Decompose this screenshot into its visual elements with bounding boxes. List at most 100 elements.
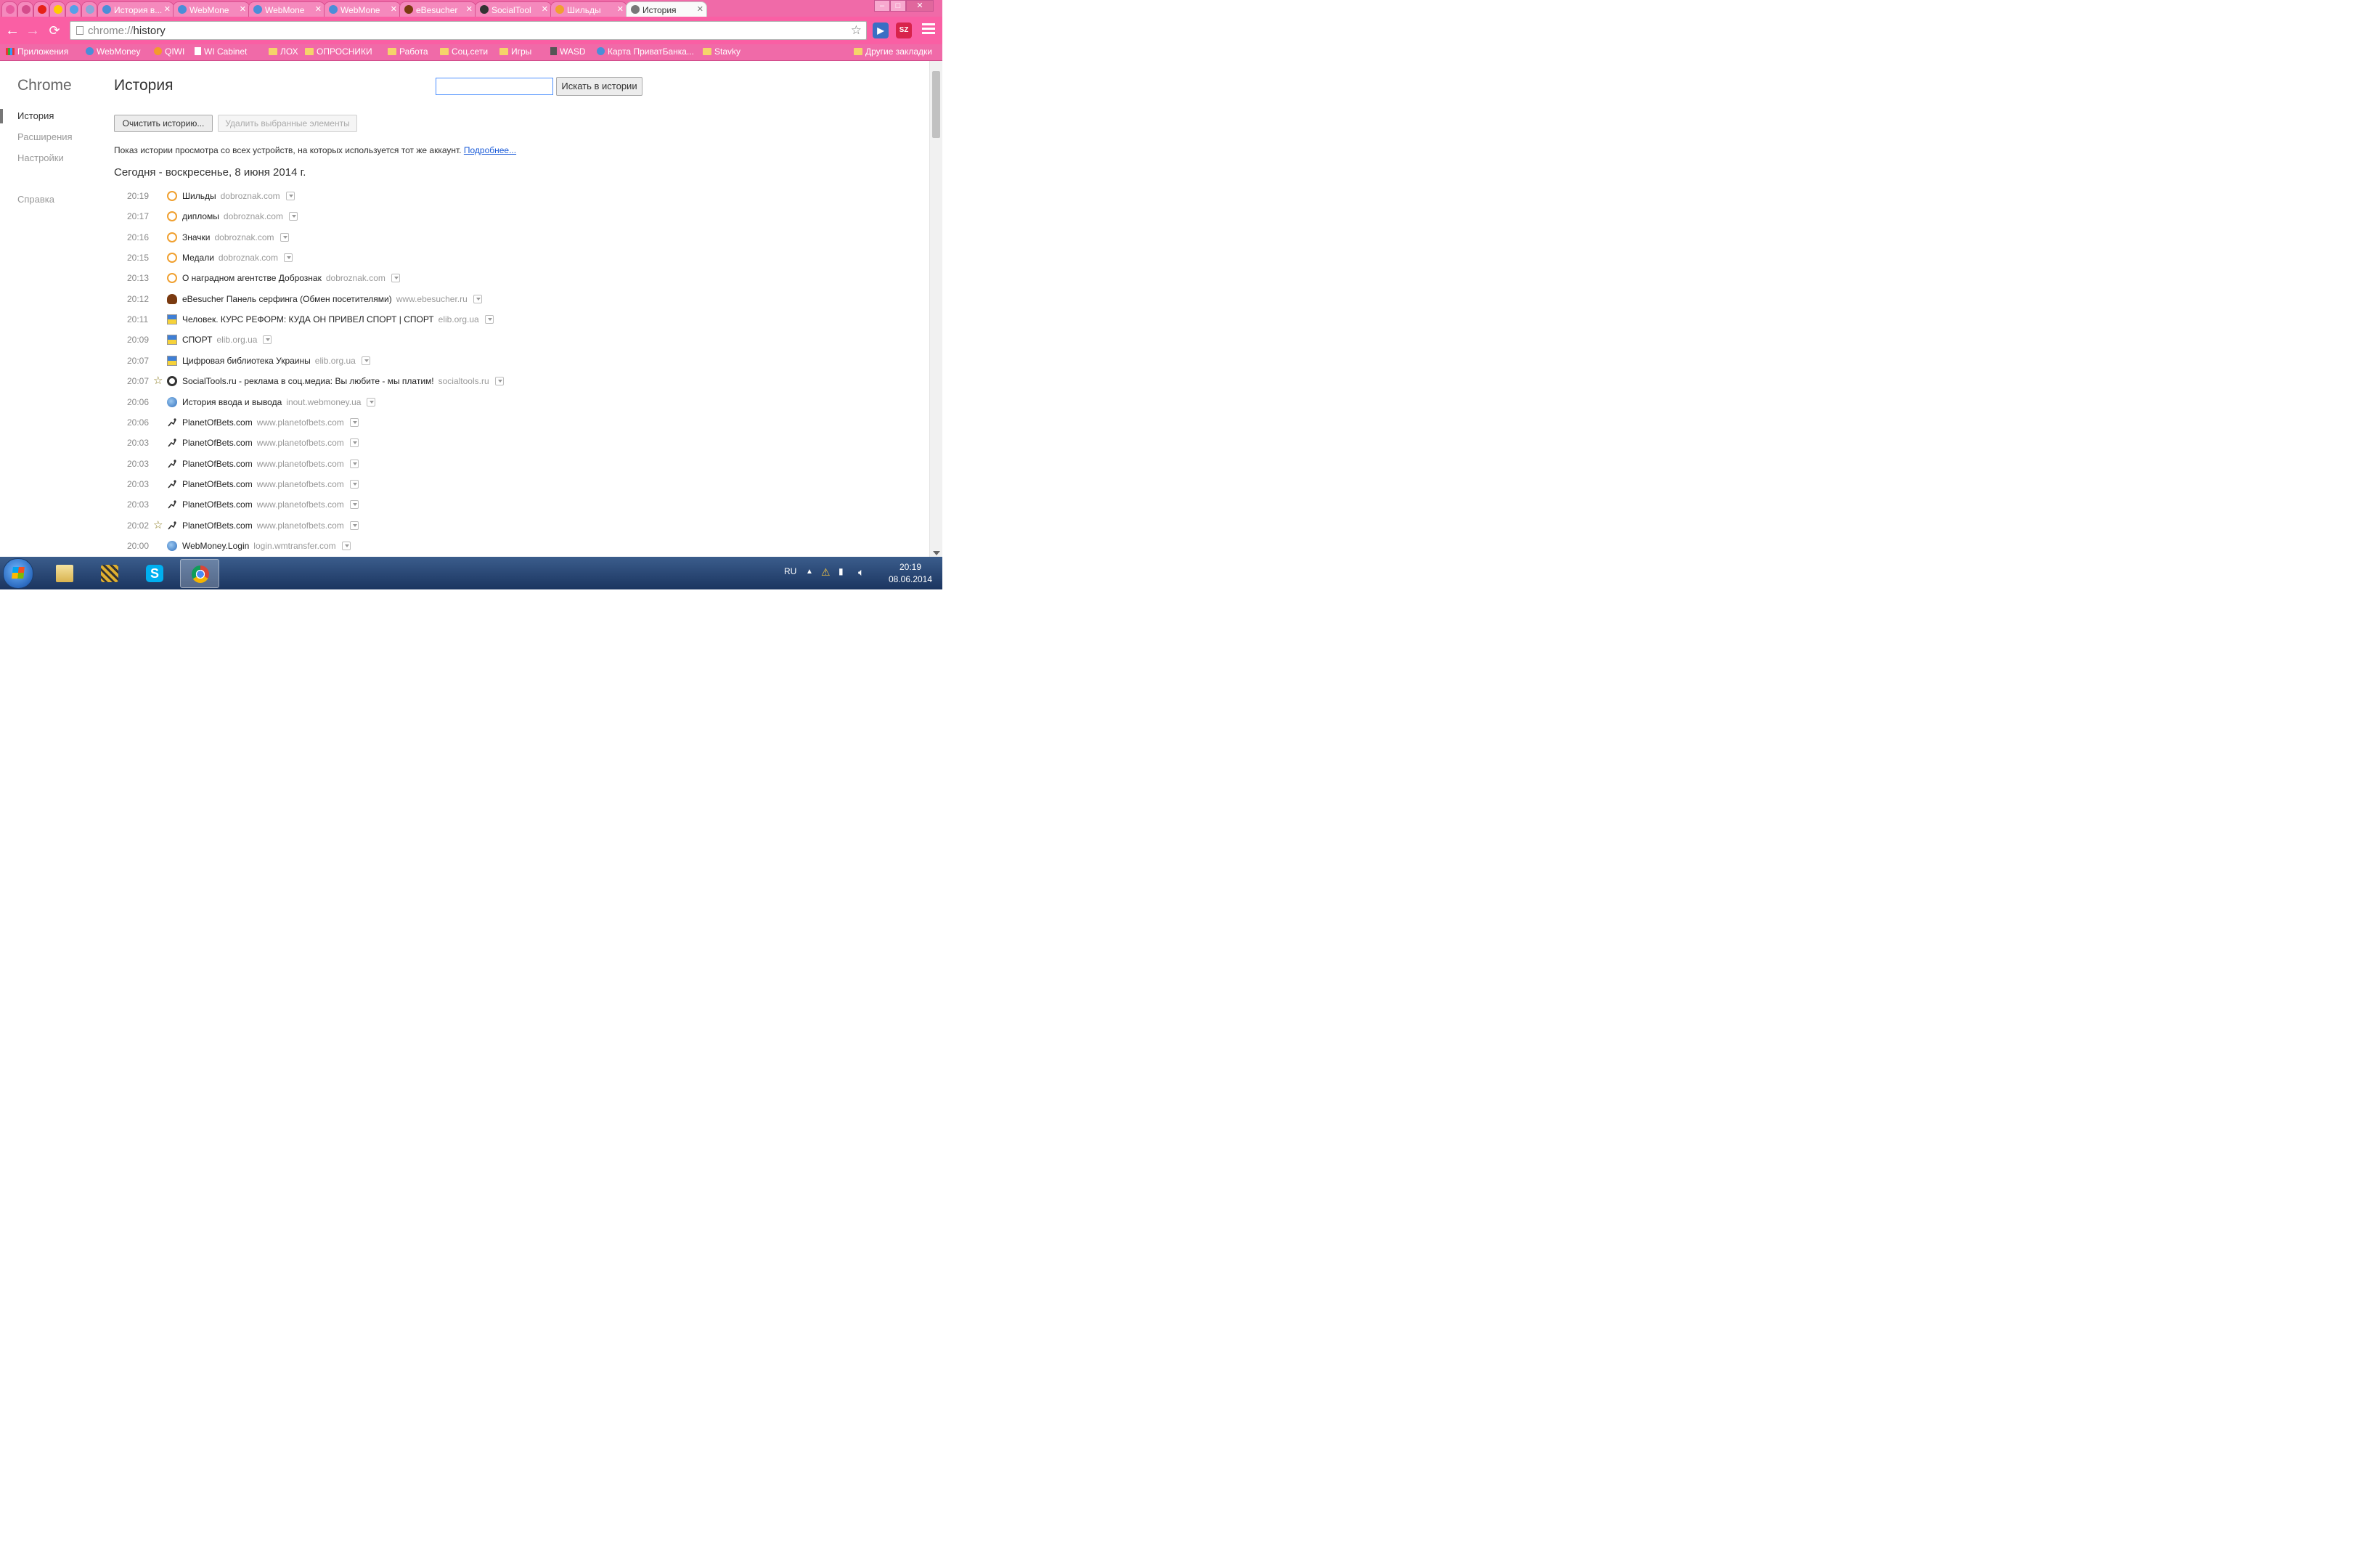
tab-10[interactable]: eBesucher ✕: [399, 1, 476, 17]
entry-menu-dropdown-icon[interactable]: [349, 500, 359, 510]
scrollbar-thumb[interactable]: [932, 71, 940, 138]
clock-time[interactable]: 20:19: [890, 562, 931, 572]
warning-icon[interactable]: ⚠: [821, 566, 831, 579]
bookmark-item[interactable]: WASD: [550, 46, 586, 58]
entry-menu-dropdown-icon[interactable]: [349, 479, 359, 489]
tab-6[interactable]: История в... ✕: [97, 1, 174, 17]
history-entry[interactable]: 20:11 Человек. КУРС РЕФОРМ: КУДА ОН ПРИВЕ…: [114, 312, 666, 328]
history-entry[interactable]: 20:15 Медали dobroznak.com: [114, 250, 666, 266]
bookmark-item[interactable]: WI Cabinet: [195, 46, 247, 58]
taskbar-app[interactable]: [45, 559, 84, 588]
bookmark-item[interactable]: ЛОХ: [269, 46, 298, 58]
bookmark-star-icon[interactable]: ☆: [851, 23, 862, 38]
entry-title[interactable]: О наградном агентстве Добрознак: [182, 273, 322, 283]
history-search-input[interactable]: [436, 78, 553, 95]
chrome-menu-icon[interactable]: [922, 23, 935, 36]
entry-title[interactable]: дипломы: [182, 211, 219, 221]
entry-title[interactable]: Медали: [182, 253, 214, 263]
bookmark-item[interactable]: ОПРОСНИКИ: [305, 46, 372, 58]
entry-menu-dropdown-icon[interactable]: [391, 274, 400, 283]
close-window-button[interactable]: ✕: [906, 0, 934, 12]
tab-close-icon[interactable]: ✕: [315, 4, 322, 14]
history-entry[interactable]: 20:07 ☆ SocialTools.ru - реклама в соц.мед…: [114, 374, 666, 390]
entry-link[interactable]: PlanetOfBets.com www.planetofbets.com: [182, 520, 359, 531]
tab-4[interactable]: [65, 1, 81, 17]
entry-title[interactable]: WebMoney.Login: [182, 541, 249, 551]
entry-title[interactable]: Шильды: [182, 191, 216, 201]
tab-7[interactable]: WebMone ✕: [173, 1, 250, 17]
tab-2[interactable]: [33, 1, 49, 17]
entry-link[interactable]: История ввода и вывода inout.webmoney.ua: [182, 397, 376, 407]
tab-12[interactable]: Шильды ✕: [550, 1, 627, 17]
bookmark-item[interactable]: WebMoney: [86, 46, 140, 58]
nav-help[interactable]: Справка: [17, 194, 54, 205]
entry-menu-dropdown-icon[interactable]: [494, 377, 504, 386]
address-bar[interactable]: chrome://history ☆: [70, 21, 867, 40]
nav-settings[interactable]: Настройки: [17, 152, 64, 163]
bookmark-item[interactable]: Работа: [388, 46, 428, 58]
history-entry[interactable]: 20:02 ☆ PlanetOfBets.com www.planetofbets.c…: [114, 518, 666, 534]
entry-menu-dropdown-icon[interactable]: [349, 417, 359, 427]
history-entry[interactable]: 20:03 PlanetOfBets.com www.planetofbets.co…: [114, 497, 666, 513]
entry-menu-dropdown-icon[interactable]: [283, 253, 293, 263]
tab-close-icon[interactable]: ✕: [466, 4, 473, 14]
tab-8[interactable]: WebMone ✕: [248, 1, 325, 17]
bookmark-item[interactable]: Игры: [499, 46, 531, 58]
entry-link[interactable]: PlanetOfBets.com www.planetofbets.com: [182, 479, 359, 489]
entry-title[interactable]: Человек. КУРС РЕФОРМ: КУДА ОН ПРИВЕЛ СПО…: [182, 314, 434, 324]
entry-link[interactable]: СПОРТ elib.org.ua: [182, 335, 272, 345]
remove-selected-button[interactable]: Удалить выбранные элементы: [218, 115, 357, 132]
entry-title[interactable]: PlanetOfBets.com: [182, 520, 253, 531]
entry-menu-dropdown-icon[interactable]: [285, 192, 295, 200]
taskbar-app[interactable]: S: [135, 559, 174, 588]
tray-arrow-icon[interactable]: ▲: [806, 568, 813, 576]
nav-extensions[interactable]: Расширения: [17, 131, 73, 142]
tab-close-icon[interactable]: ✕: [697, 4, 703, 14]
bookmark-item[interactable]: Соц.сети: [440, 46, 488, 58]
entry-link[interactable]: PlanetOfBets.com www.planetofbets.com: [182, 417, 359, 428]
volume-icon[interactable]: 🔈︎: [858, 566, 864, 579]
taskbar-app[interactable]: [90, 559, 129, 588]
entry-menu-dropdown-icon[interactable]: [367, 397, 376, 407]
extension-sz-icon[interactable]: SZ: [896, 23, 912, 38]
entry-menu-dropdown-icon[interactable]: [349, 438, 359, 448]
entry-title[interactable]: PlanetOfBets.com: [182, 417, 253, 428]
entry-link[interactable]: SocialTools.ru - реклама в соц.медиа: Вы…: [182, 376, 504, 386]
back-button[interactable]: ←: [4, 23, 20, 38]
entry-link[interactable]: Человек. КУРС РЕФОРМ: КУДА ОН ПРИВЕЛ СПО…: [182, 314, 494, 324]
history-entry[interactable]: 20:19 Шильды dobroznak.com: [114, 189, 666, 205]
tab-close-icon[interactable]: ✕: [542, 4, 548, 14]
nav-history[interactable]: История: [17, 110, 54, 121]
history-entry[interactable]: 20:03 PlanetOfBets.com www.planetofbets.co…: [114, 477, 666, 493]
tab-9[interactable]: WebMone ✕: [324, 1, 401, 17]
entry-link[interactable]: Медали dobroznak.com: [182, 253, 293, 263]
entry-title[interactable]: История ввода и вывода: [182, 397, 282, 407]
learn-more-link[interactable]: Подробнее...: [464, 145, 516, 155]
tab-close-icon[interactable]: ✕: [164, 4, 171, 14]
language-indicator[interactable]: RU: [784, 566, 796, 576]
minimize-button[interactable]: –: [874, 0, 890, 12]
scroll-down-arrow-icon[interactable]: [933, 551, 940, 555]
entry-menu-dropdown-icon[interactable]: [263, 335, 272, 345]
reload-button[interactable]: ⟳: [46, 23, 62, 38]
entry-link[interactable]: Значки dobroznak.com: [182, 232, 289, 242]
entry-menu-dropdown-icon[interactable]: [280, 232, 289, 242]
history-entry[interactable]: 20:03 PlanetOfBets.com www.planetofbets.co…: [114, 436, 666, 452]
entry-link[interactable]: WebMoney.Login login.wmtransfer.com: [182, 541, 351, 551]
entry-title[interactable]: PlanetOfBets.com: [182, 479, 253, 489]
entry-title[interactable]: SocialTools.ru - реклама в соц.медиа: Вы…: [182, 376, 434, 386]
entry-link[interactable]: дипломы dobroznak.com: [182, 211, 298, 221]
history-entry[interactable]: 20:17 дипломы dobroznak.com: [114, 209, 666, 225]
entry-menu-dropdown-icon[interactable]: [349, 459, 359, 468]
entry-title[interactable]: eBesucher Панель серфинга (Обмен посетит…: [182, 294, 392, 304]
taskbar-app[interactable]: [180, 559, 219, 588]
clear-history-button[interactable]: Очистить историю...: [114, 115, 213, 132]
entry-link[interactable]: PlanetOfBets.com www.planetofbets.com: [182, 459, 359, 469]
maximize-button[interactable]: □: [890, 0, 906, 12]
tab-11[interactable]: SocialTool ✕: [475, 1, 552, 17]
tab-13[interactable]: История ✕: [626, 1, 707, 17]
history-entry[interactable]: 20:07 Цифровая библиотека Украины elib.org…: [114, 354, 666, 369]
bookmarked-star-icon[interactable]: ☆: [153, 374, 163, 387]
history-entry[interactable]: 20:06 PlanetOfBets.com www.planetofbets.co…: [114, 415, 666, 431]
entry-title[interactable]: СПОРТ: [182, 335, 212, 345]
